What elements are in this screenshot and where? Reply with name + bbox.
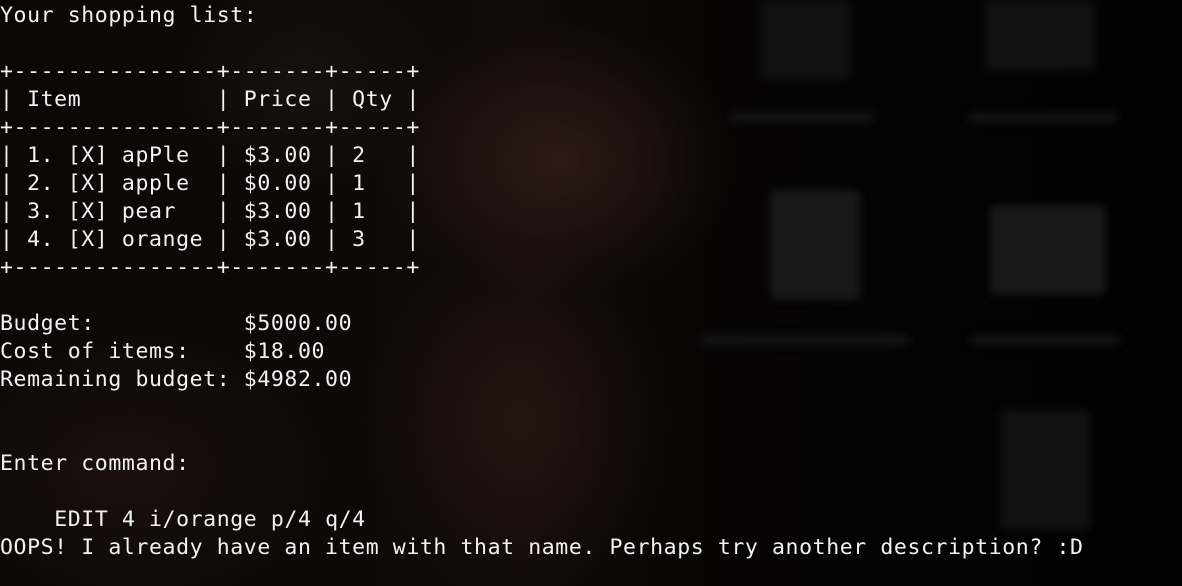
table-row: | 1. [X] apPle | $3.00 | 2 | [0, 143, 420, 168]
command-prompt: Enter command: [0, 451, 190, 476]
table-row: | 4. [X] orange | $3.00 | 3 | [0, 227, 420, 252]
command-line[interactable] [0, 478, 755, 534]
table-border-header: +---------------+-------+-----+ [0, 115, 420, 140]
table-border-top: +---------------+-------+-----+ [0, 59, 420, 84]
table-header-row: | Item | Price | Qty | [0, 87, 420, 112]
error-message: OOPS! I already have an item with that n… [0, 535, 1084, 560]
cost-line: Cost of items: $18.00 [0, 339, 326, 364]
shopping-list-heading: Your shopping list: [0, 3, 258, 28]
budget-line: Budget: $5000.00 [0, 311, 353, 336]
table-border-bottom: +---------------+-------+-----+ [0, 255, 420, 280]
table-row: | 3. [X] pear | $3.00 | 1 | [0, 199, 420, 224]
command-input[interactable] [54, 506, 755, 534]
terminal-window[interactable]: Your shopping list: +---------------+---… [0, 0, 1182, 586]
table-row: | 2. [X] apple | $0.00 | 1 | [0, 171, 420, 196]
remaining-budget-line: Remaining budget: $4982.00 [0, 367, 353, 392]
